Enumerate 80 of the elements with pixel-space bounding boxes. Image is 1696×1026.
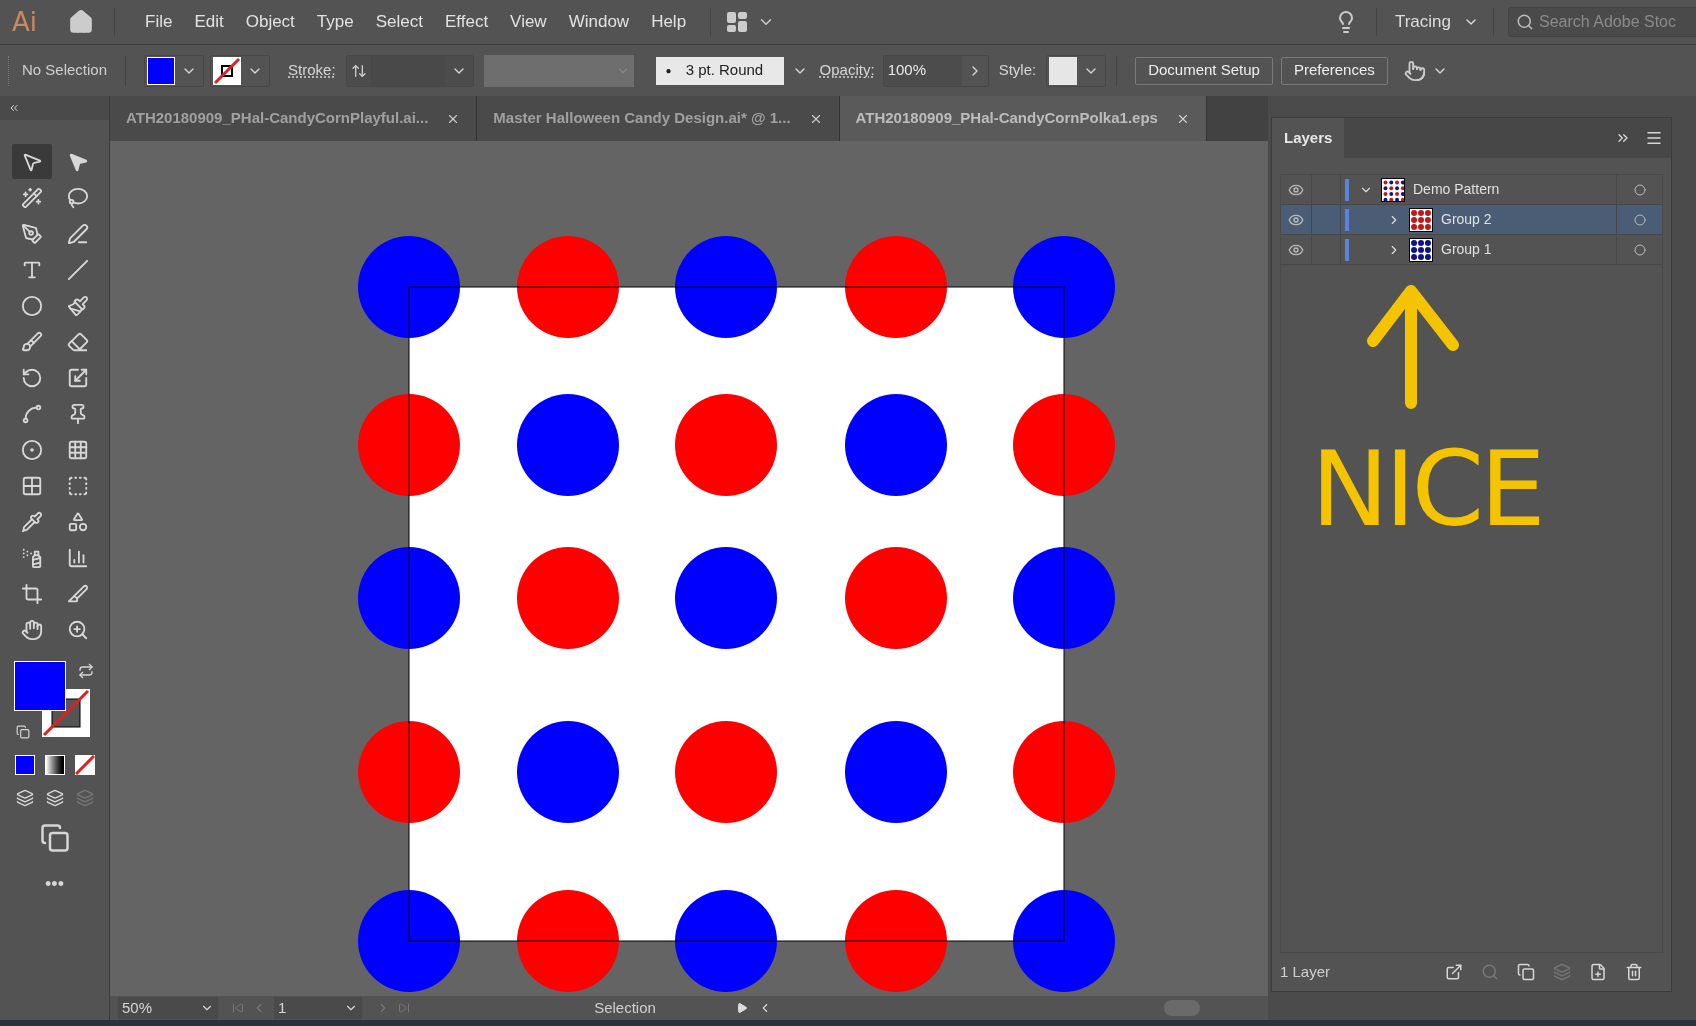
workspace-dropdown[interactable]: Tracing — [1394, 9, 1479, 35]
opacity-label[interactable]: Opacity: — [819, 59, 875, 82]
blend-icon — [66, 510, 89, 533]
search-icon — [1516, 13, 1534, 31]
home-icon[interactable] — [68, 9, 94, 35]
selection-status: No Selection — [22, 60, 108, 81]
current-tool: Selection — [593, 997, 657, 1018]
target-icon[interactable] — [1633, 183, 1646, 196]
layer-name: Group 1 — [1441, 240, 1493, 259]
rotate-icon — [20, 366, 43, 389]
trash-icon[interactable] — [1625, 963, 1643, 981]
brush-dropdown[interactable]: 3 pt. Round — [685, 59, 764, 82]
menu-item[interactable]: Effect — [434, 9, 499, 35]
menu-item[interactable]: View — [500, 9, 557, 35]
curved-pen-icon — [66, 222, 89, 245]
annotation-text: NICE — [1311, 437, 1542, 541]
mesh-icon — [20, 474, 43, 497]
scale-icon — [66, 366, 89, 389]
stepper-icon[interactable] — [350, 62, 367, 79]
target-icon[interactable] — [1633, 213, 1646, 226]
fill-color-swatch[interactable] — [13, 661, 66, 711]
menu-item[interactable]: Object — [235, 9, 305, 35]
layout-icon — [725, 10, 750, 34]
gradient-mode-icon[interactable] — [44, 755, 65, 775]
target-icon[interactable] — [1633, 243, 1646, 256]
search-field[interactable]: Search Adobe Stoc — [1508, 7, 1696, 37]
fill-swatch[interactable] — [147, 56, 176, 85]
swap-icon[interactable] — [77, 663, 94, 679]
zoom-icon — [66, 618, 89, 641]
new-layer-icon[interactable] — [1589, 963, 1607, 981]
layer-row[interactable]: Group 2 — [1281, 205, 1662, 235]
blob-brush-icon — [20, 330, 43, 353]
color-mode-icon[interactable] — [14, 755, 35, 775]
document-tab[interactable]: ATH20180909_PHal-CandyCornPlayful.ai... — [110, 96, 478, 141]
export-icon[interactable] — [1445, 963, 1463, 981]
menu-item[interactable]: Help — [641, 9, 697, 35]
play-icon[interactable] — [736, 1002, 748, 1014]
pen-icon — [20, 222, 43, 245]
document-tab[interactable]: Master Halloween Candy Design.ai* @ 1... — [477, 96, 840, 141]
layers-tab[interactable]: Layers — [1272, 118, 1345, 158]
layer-row[interactable]: Group 1 — [1281, 235, 1662, 265]
eraser-icon — [66, 330, 89, 353]
stroke-weight-field[interactable] — [345, 54, 474, 87]
ellipse-icon — [20, 294, 43, 317]
artboard-number[interactable]: 1 — [278, 996, 287, 1020]
app-logo: Ai — [12, 5, 38, 39]
menu-icon[interactable] — [1645, 129, 1663, 147]
menu-item[interactable]: File — [135, 9, 183, 35]
menu-item[interactable]: Edit — [184, 9, 234, 35]
none-mode-icon[interactable] — [74, 755, 95, 775]
line-icon — [66, 258, 89, 281]
style-label: Style: — [998, 60, 1037, 81]
layer-count: 1 Layer — [1280, 961, 1331, 982]
menu-item[interactable]: Type — [306, 9, 364, 35]
eyedropper-icon — [20, 510, 43, 533]
toolbar-button[interactable]: Preferences — [1280, 56, 1388, 85]
brush-icon — [66, 294, 89, 317]
layer-thumbnail — [1381, 177, 1405, 202]
stroke-label[interactable]: Stroke: — [288, 59, 336, 82]
wand-icon — [20, 186, 43, 209]
layer-row[interactable]: Demo Pattern — [1281, 175, 1662, 205]
hand-icon — [20, 618, 43, 641]
document-tab[interactable]: ATH20180909_PHal-CandyCornPolka1.eps — [839, 96, 1207, 141]
knife-icon — [66, 582, 89, 605]
more-tools[interactable]: ••• — [45, 871, 64, 898]
menu-item[interactable]: Window — [558, 9, 640, 35]
tool-button[interactable] — [11, 144, 52, 179]
perspective-grid-icon — [66, 438, 89, 461]
toolbar-button[interactable]: Document Setup — [1135, 56, 1273, 85]
menu-item[interactable]: Select — [365, 9, 433, 35]
spray-can-icon — [20, 546, 43, 569]
brush-dot: ● — [665, 64, 672, 78]
bar-chart-icon — [66, 546, 89, 569]
stroke-swatch[interactable] — [213, 56, 242, 85]
artboard-icon — [20, 582, 43, 605]
lasso-icon — [66, 186, 89, 209]
collapse-icon[interactable] — [8, 102, 20, 114]
layer-name: Group 2 — [1441, 210, 1493, 229]
style-swatch[interactable] — [1049, 56, 1078, 85]
layer-name: Demo Pattern — [1413, 180, 1501, 199]
